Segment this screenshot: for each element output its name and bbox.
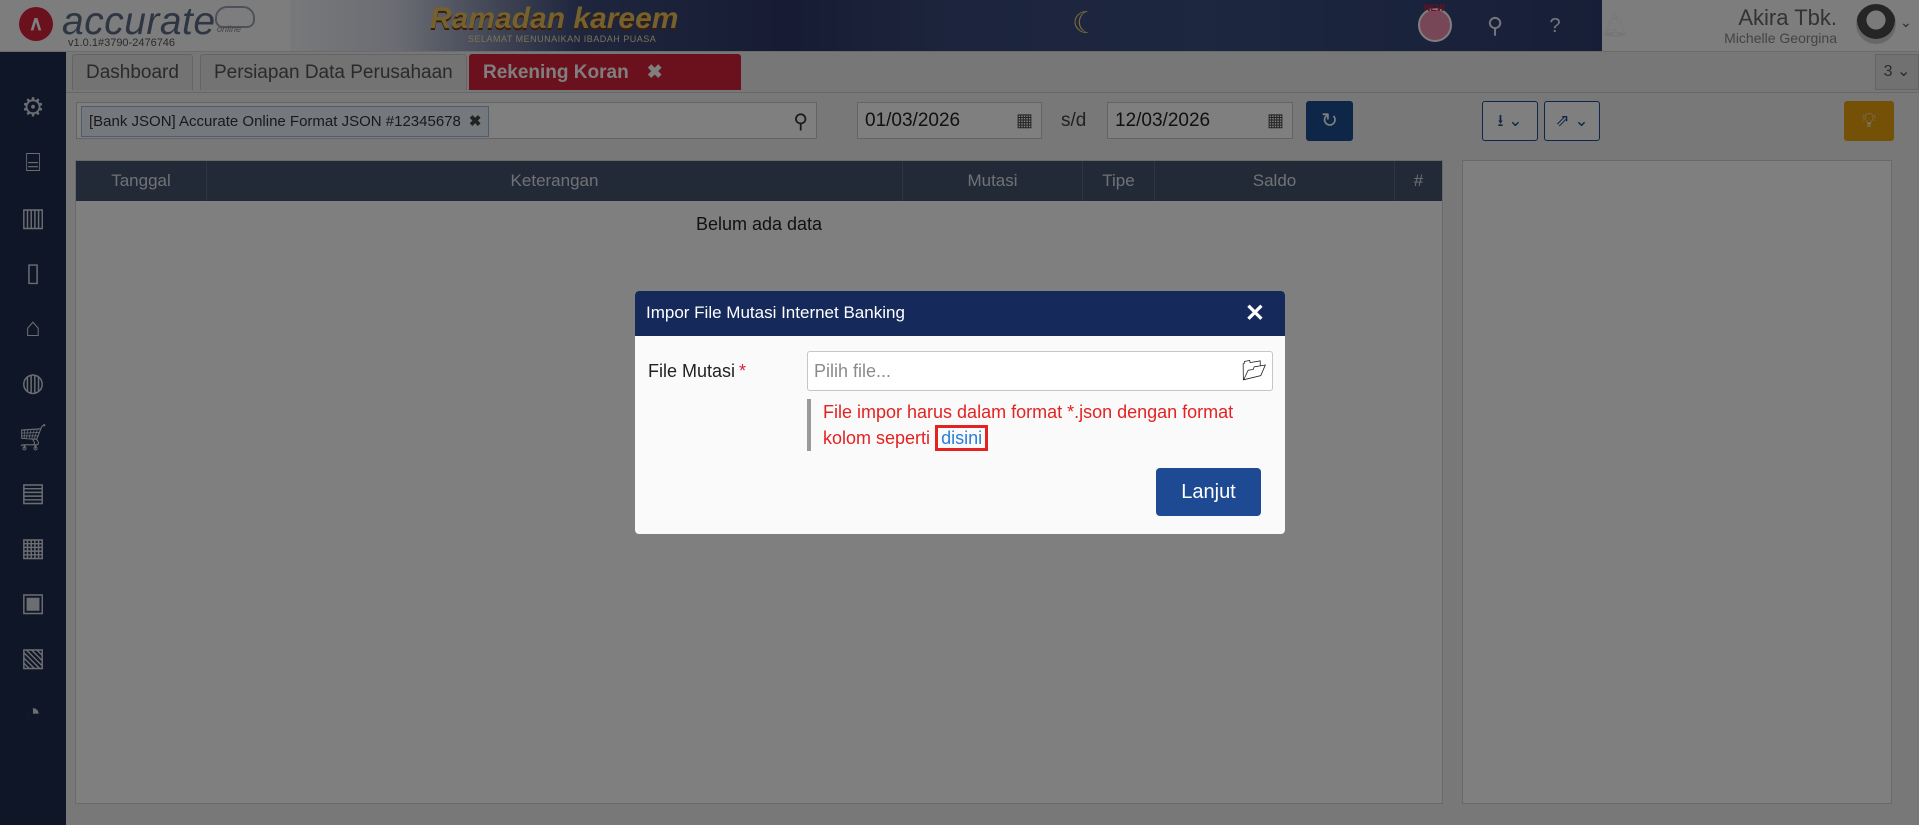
file-input-placeholder: Pilih file... [814,361,892,381]
dialog-header: Impor File Mutasi Internet Banking ✕ [635,291,1285,336]
folder-open-icon[interactable]: 📂︎ [1242,352,1267,390]
required-mark: * [739,361,747,381]
format-note: File impor harus dalam format *.json den… [807,399,1267,451]
file-mutasi-label: File Mutasi * [648,361,746,382]
format-note-text: File impor harus dalam format *.json den… [823,402,1234,448]
format-example-link[interactable]: disini [935,425,989,451]
dialog-title: Impor File Mutasi Internet Banking [646,303,905,322]
field-label-text: File Mutasi [648,361,736,381]
import-dialog: Impor File Mutasi Internet Banking ✕ Fil… [635,291,1285,534]
file-input[interactable]: Pilih file... 📂︎ [807,351,1273,391]
close-icon[interactable]: ✕ [1245,299,1265,328]
lanjut-button[interactable]: Lanjut [1156,468,1261,516]
